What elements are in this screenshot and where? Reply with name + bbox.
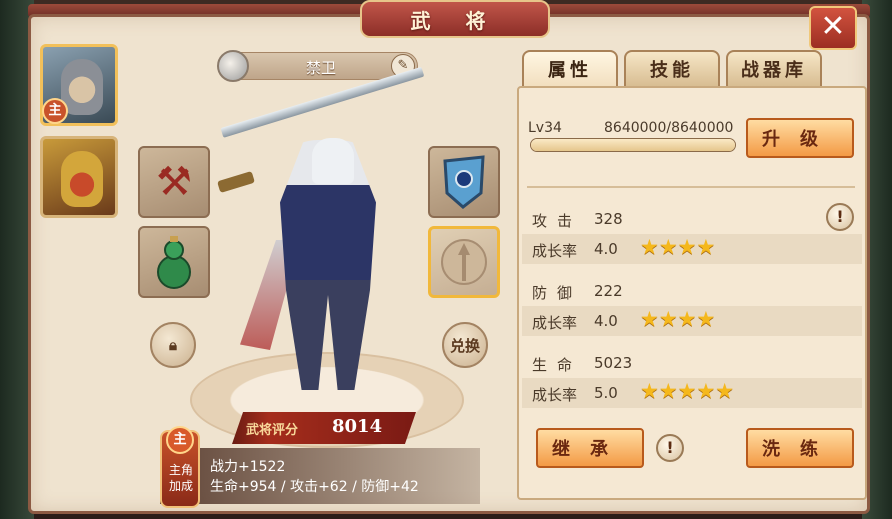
growth-value: 4.0	[594, 312, 618, 330]
stat-defense-label: 防御	[532, 284, 583, 302]
hero-score-banner: 武将评分 8014	[232, 412, 416, 444]
equip-slot-empty[interactable]	[428, 226, 500, 298]
growth-row-attack: 成长率 4.0 ★★★★	[522, 234, 862, 264]
score-label: 武将评分	[246, 423, 299, 438]
main-hero-badge: 主	[42, 98, 68, 124]
tab-armory[interactable]: 战器库	[726, 50, 822, 86]
exp-bar	[530, 138, 736, 152]
lock-icon: 🔒︎	[169, 336, 177, 354]
exchange-button[interactable]: 兑换	[442, 322, 488, 368]
lock-button[interactable]: 🔒︎	[150, 322, 196, 368]
growth-label: 成长率	[532, 242, 578, 260]
bonus-stats: 生命+954 / 攻击+62 / 防御+42	[210, 479, 419, 495]
gourd-icon	[140, 228, 208, 296]
main-bonus-text: 主角加成	[168, 463, 193, 493]
stat-attack-value: 328	[594, 210, 623, 228]
bonus-power: 战力+1522	[210, 459, 286, 475]
growth-label: 成长率	[532, 386, 578, 404]
tab-skills[interactable]: 技能	[624, 50, 720, 86]
exp-bar-fill	[531, 139, 735, 151]
stat-attack-label: 攻击	[532, 212, 583, 230]
hero-name: 禁卫	[305, 59, 336, 77]
hero-face-icon	[61, 151, 103, 207]
hero-exp: 8640000/8640000	[604, 120, 734, 136]
growth-value: 5.0	[594, 384, 618, 402]
stat-defense-value: 222	[594, 282, 623, 300]
tab-attributes[interactable]: 属性	[522, 50, 618, 86]
main-bonus-circle: 主	[166, 426, 194, 454]
upgrade-button[interactable]: 升级	[746, 118, 854, 158]
divider	[527, 186, 855, 188]
growth-stars: ★★★★	[640, 307, 716, 331]
growth-value: 4.0	[594, 240, 618, 258]
growth-label: 成长率	[532, 314, 578, 332]
refine-button[interactable]: 洗练	[746, 428, 854, 468]
score-value: 8014	[332, 416, 383, 437]
equip-slot-shield[interactable]	[428, 146, 500, 218]
inherit-info-button[interactable]: !	[656, 434, 684, 462]
hero-level: Lv34	[528, 120, 562, 136]
inherit-button[interactable]: 继承	[536, 428, 644, 468]
hero-head	[312, 138, 354, 184]
growth-stars: ★★★★	[640, 235, 716, 259]
growth-stars: ★★★★★	[640, 379, 735, 403]
stat-info-button[interactable]: !	[826, 203, 854, 231]
axe-icon: ⚒	[156, 159, 192, 205]
close-button[interactable]: ✕	[809, 6, 857, 50]
page-title: 武 将	[360, 0, 550, 38]
equip-slot-accessory[interactable]	[138, 226, 210, 298]
growth-row-defense: 成长率 4.0 ★★★★	[522, 306, 862, 336]
stat-life-value: 5023	[594, 354, 633, 372]
main-bonus-badge: 主 主角加成	[160, 426, 200, 508]
hero-portrait-2[interactable]	[40, 136, 118, 218]
growth-row-life: 成长率 5.0 ★★★★★	[522, 378, 862, 408]
quality-orb-icon	[217, 50, 249, 82]
spear-placeholder-icon	[431, 229, 497, 295]
shield-icon	[430, 148, 498, 216]
stat-life-label: 生命	[532, 356, 583, 374]
equip-slot-weapon[interactable]: ⚒	[138, 146, 210, 218]
